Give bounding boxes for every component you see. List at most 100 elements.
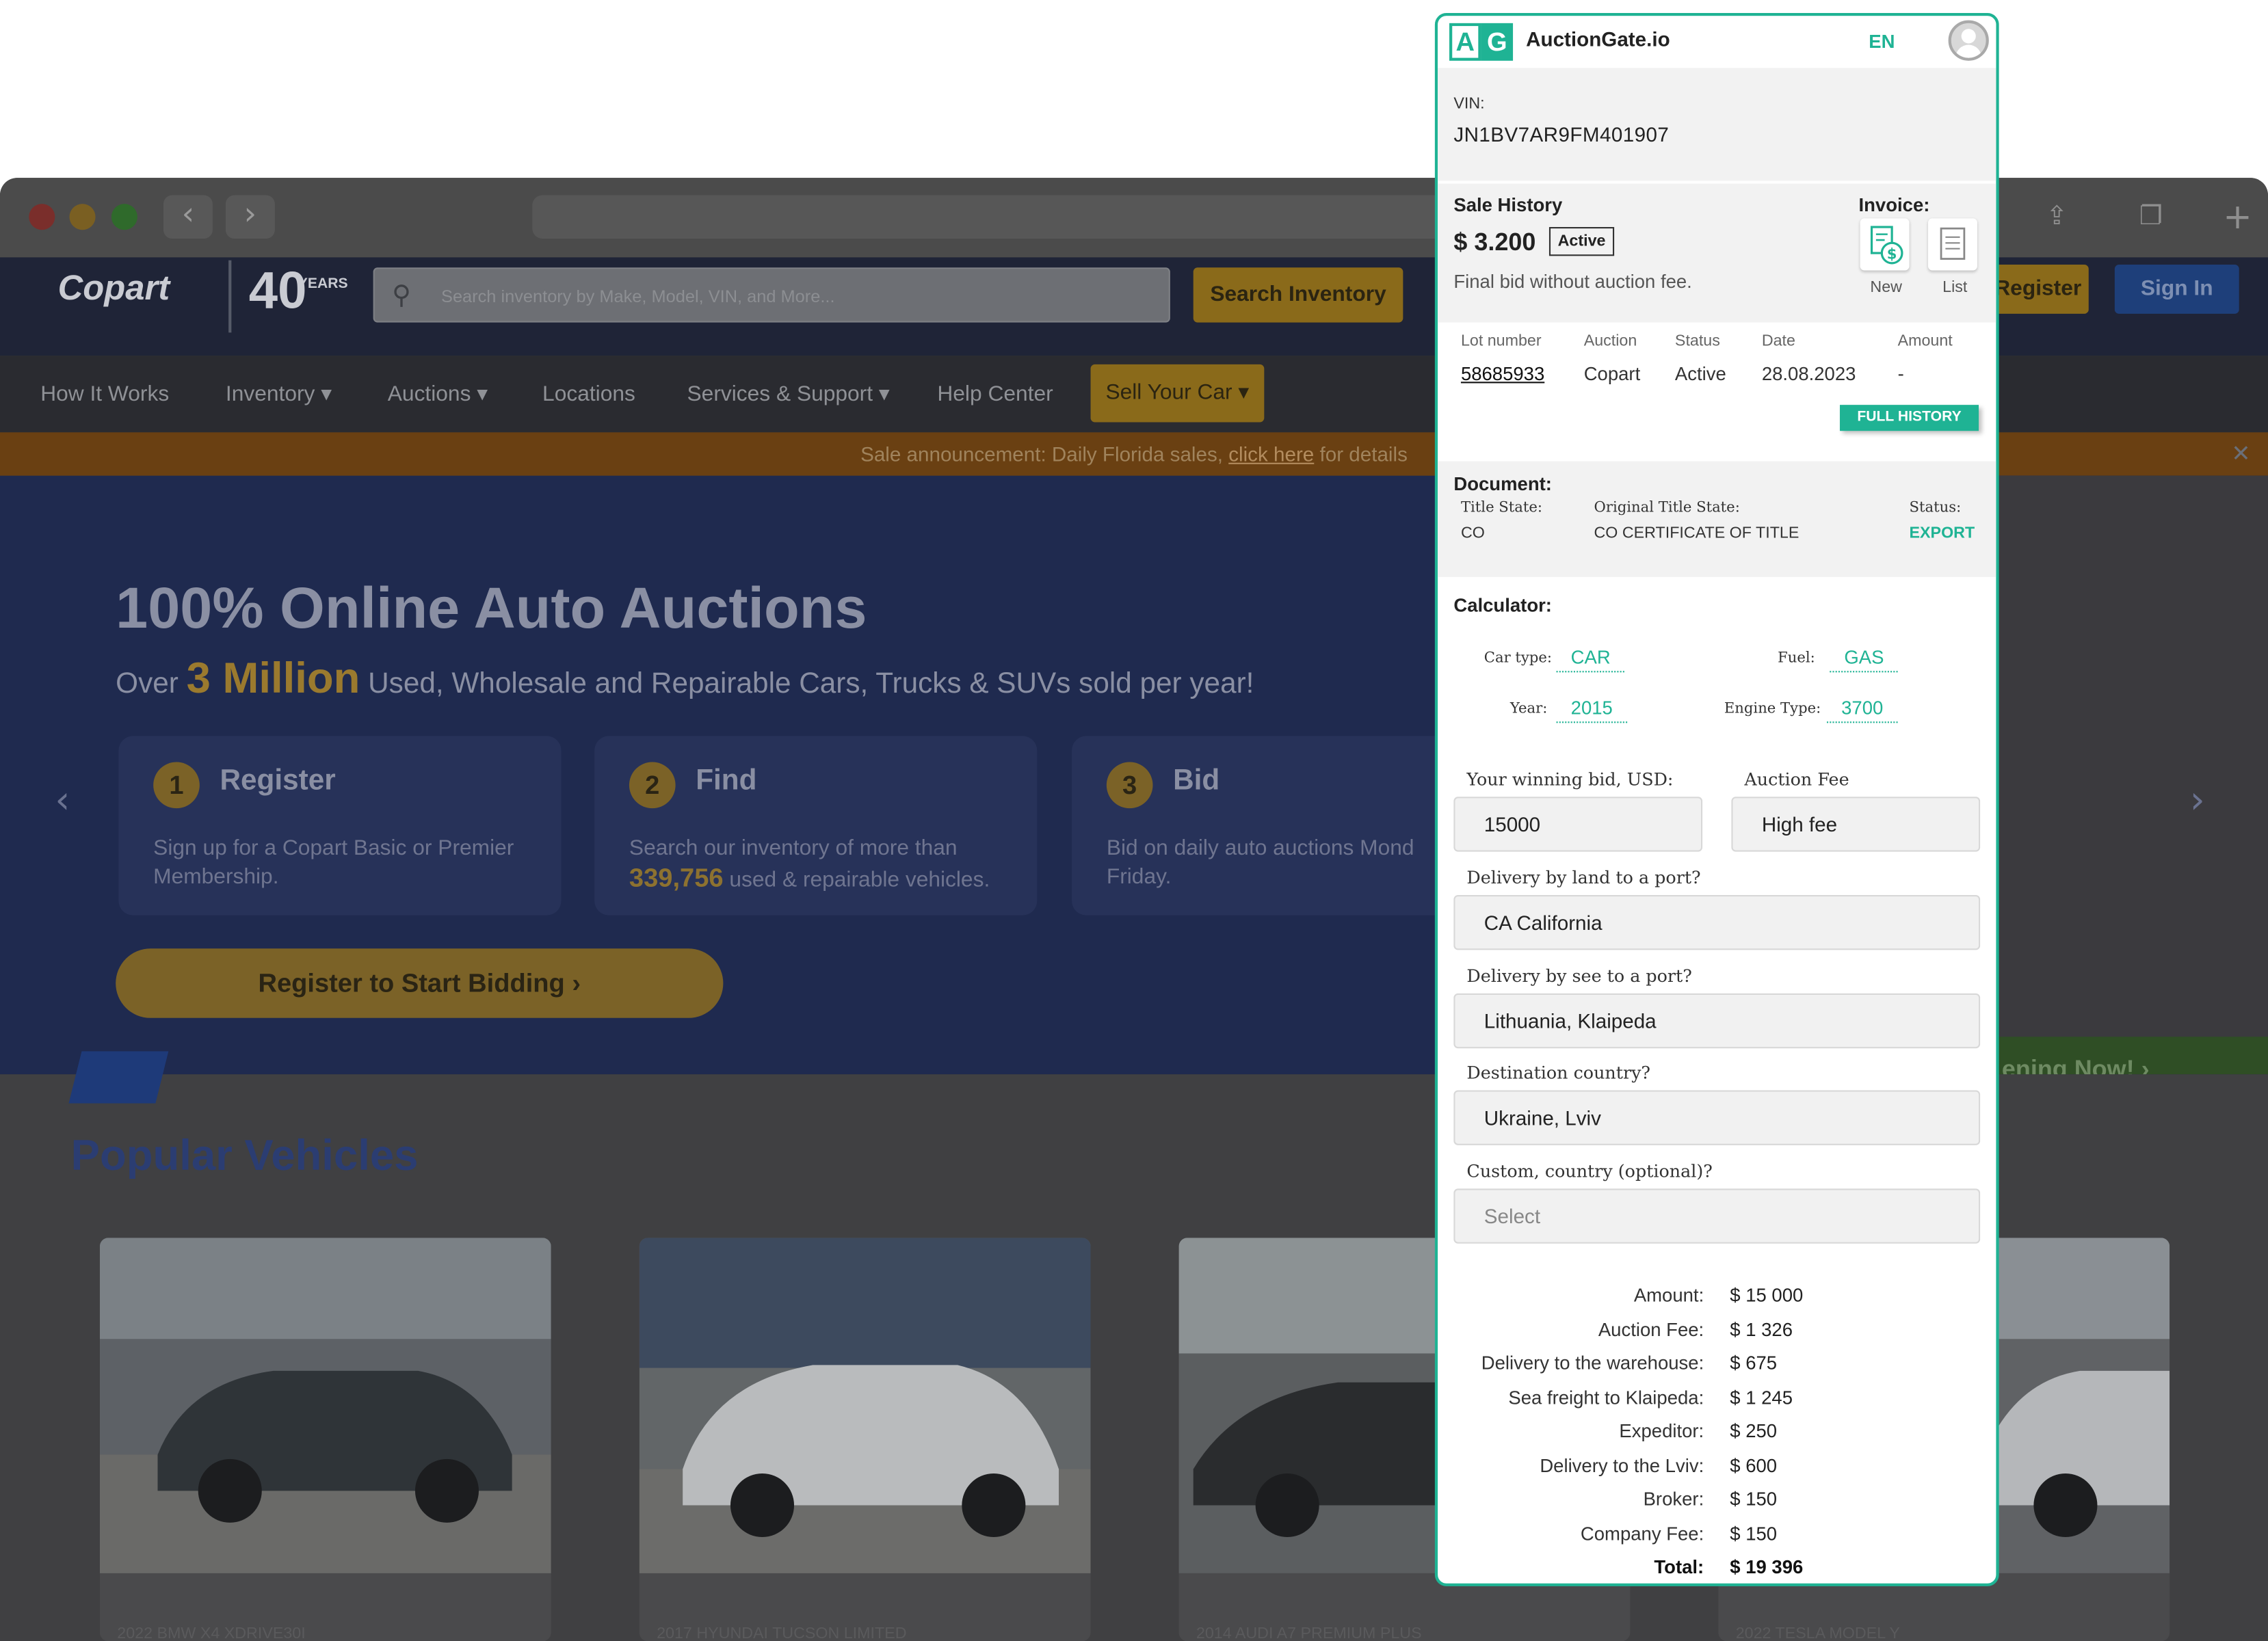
custom-select[interactable]: Select [1453,1188,1981,1244]
summary-label: Auction Fee: [1598,1318,1704,1340]
title-state-value: CO [1460,524,1485,543]
destination-select[interactable]: Ukraine, Lviv [1453,1090,1981,1145]
sale-history-title: Sale History [1453,194,1563,216]
fuel-select[interactable]: GAS [1830,646,1899,673]
engine-type-select[interactable]: 3700 [1826,697,1898,723]
nav-locations[interactable]: Locations [542,356,635,432]
land-delivery-label: Delivery by land to a port? [1466,867,1701,888]
carousel-prev-icon[interactable]: ‹ [55,779,70,823]
auction-fee-select[interactable]: High fee [1731,797,1981,852]
share-icon[interactable]: ⇪ [2032,195,2081,238]
lot-number-link[interactable]: 58685933 [1461,363,1544,385]
auctiongate-panel: A G AuctionGate.io EN VIN: JN1BV7AR9FM40… [1434,13,1999,1586]
new-invoice-button[interactable]: $ [1860,218,1910,271]
nav-how-it-works[interactable]: How It Works [40,356,169,432]
final-bid-note: Final bid without auction fee. [1453,270,1692,293]
panel-header: A G AuctionGate.io EN [1438,16,1996,68]
vehicle-card[interactable]: 2017 HYUNDAI TUCSON LIMITED [639,1238,1091,1641]
register-to-bid-button[interactable]: Register to Start Bidding › [116,948,724,1018]
invoice-list-label: List [1942,279,1968,297]
sell-your-car-button[interactable]: Sell Your Car ▾ [1090,364,1265,423]
vin-section: VIN: JN1BV7AR9FM401907 [1438,68,1996,181]
status-badge: Active [1548,227,1615,256]
summary-label: Delivery to the warehouse: [1481,1352,1704,1374]
announcement-suffix: for details [1314,442,1408,466]
back-arrow-icon[interactable]: ‹ [163,195,213,239]
user-avatar-icon[interactable] [1948,20,1989,61]
doc-status-value: EXPORT [1909,524,1975,543]
tabs-overview-icon[interactable]: ❐ [2126,195,2176,238]
car-type-label: Car type: [1484,650,1553,667]
amount-value: - [1897,362,1904,385]
summary-label: Total: [1654,1556,1704,1578]
summary-value: $ 1 326 [1730,1318,1793,1340]
register-button[interactable]: Register [1987,265,2089,314]
invoice-title: Invoice: [1858,194,1930,216]
date-value: 28.08.2023 [1761,362,1856,385]
summary-value: $ 150 [1730,1488,1778,1510]
summary-label: Sea freight to Klaipeda: [1508,1386,1704,1408]
step-number: 2 [629,762,676,809]
logo-letter-g: G [1481,23,1514,61]
invoice-new-label: New [1870,279,1902,297]
close-window-icon[interactable] [29,204,55,230]
step-desc-highlight: 339,756 [629,863,724,892]
auction-value: Copart [1583,362,1641,385]
step-desc-text: Bid on daily auto auctions Mond [1106,836,1414,861]
nav-services-support[interactable]: Services & Support ▾ [687,356,890,432]
winning-bid-input[interactable]: 15000 [1453,797,1703,852]
summary-value: $ 150 [1730,1521,1778,1544]
land-delivery-select[interactable]: CA California [1453,895,1981,950]
full-history-button[interactable]: FULL HISTORY [1840,405,1979,431]
search-icon: ⚲ [392,280,411,311]
happening-now-banner[interactable]: ening Now! › [1996,1037,2268,1075]
hero-sub-over: Over [116,668,187,700]
col-auction: Auction [1583,332,1637,350]
nav-inventory[interactable]: Inventory ▾ [226,356,332,432]
vin-label: VIN: [1453,95,1485,113]
minimize-window-icon[interactable] [69,204,96,230]
invoice-list-button[interactable] [1928,218,1977,271]
year-select[interactable]: 2015 [1556,697,1627,723]
popular-vehicles-title: Popular Vehicles [70,1132,419,1180]
summary-value: $ 1 245 [1730,1386,1793,1408]
auction-fee-label: Auction Fee [1744,769,1849,790]
nav-help-center[interactable]: Help Center [937,356,1053,432]
invoice-dollar-icon: $ [1870,226,1903,265]
summary-label: Delivery to the Lviv: [1540,1454,1704,1476]
forward-arrow-icon[interactable]: › [225,195,275,239]
close-icon[interactable]: ✕ [2231,432,2250,475]
hero-sub-rest: Used, Wholesale and Repairable Cars, Tru… [360,668,1254,700]
svg-text:$: $ [1887,245,1897,263]
nav-auctions[interactable]: Auctions ▾ [388,356,488,432]
search-inventory-button[interactable]: Search Inventory [1193,267,1403,323]
sea-delivery-select[interactable]: Lithuania, Klaipeda [1453,993,1981,1049]
vehicle-card[interactable]: 2022 BMW X4 XDRIVE30I [99,1238,551,1641]
car-type-select[interactable]: CAR [1556,646,1625,673]
language-switch[interactable]: EN [1869,30,1895,52]
calculator-title: Calculator: [1453,594,1552,616]
decorative-tab [68,1051,169,1104]
maximize-window-icon[interactable] [111,204,137,230]
hero-sub-highlight: 3 Million [186,654,360,703]
sign-in-button[interactable]: Sign In [2114,265,2239,314]
announcement-link[interactable]: click here [1228,442,1314,466]
summary-label: Expeditor: [1619,1419,1704,1442]
carousel-next-icon[interactable]: › [2190,779,2205,823]
hero-title: 100% Online Auto Auctions [116,576,867,641]
step-card-register: 1 Register Sign up for a Copart Basic or… [118,736,562,916]
anniversary-years: YEARS [298,276,348,293]
new-tab-icon[interactable]: + [2213,195,2263,238]
site-search-input[interactable]: ⚲ Search inventory by Make, Model, VIN, … [373,267,1170,323]
vehicle-title: 2022 TESLA MODEL Y [1735,1625,1900,1641]
summary-value: $ 15 000 [1730,1283,1804,1306]
copart-logo[interactable]: Copart [58,269,170,309]
status-value: Active [1674,362,1726,385]
hero-subtitle: Over 3 Million Used, Wholesale and Repai… [116,655,1254,704]
vehicle-title: 2017 HYUNDAI TUCSON LIMITED [657,1625,907,1641]
step-title: Find [696,764,757,797]
step-description: Sign up for a Copart Basic or Premier Me… [153,834,572,892]
address-bar[interactable] [532,195,1458,239]
destination-label: Destination country? [1466,1063,1651,1083]
step-desc-text: Sign up for a Copart Basic or Premier Me… [153,836,514,890]
